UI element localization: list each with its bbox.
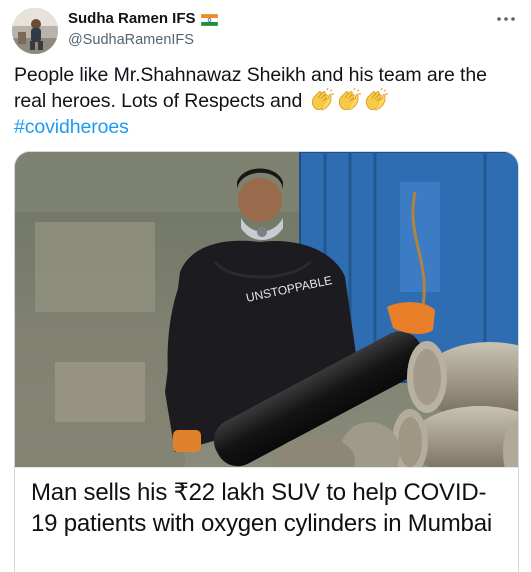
avatar-image [12, 8, 58, 54]
headline-panel[interactable]: Man sells his ₹22 lakh SUV to help COVID… [15, 467, 518, 572]
avatar[interactable] [12, 8, 58, 54]
tweet-header: Sudha Ramen IFS @SudhaRamenIFS [12, 8, 218, 54]
clapping-hands-icon [363, 87, 389, 112]
tweet: Sudha Ramen IFS @SudhaRamenIFS People li… [0, 0, 531, 572]
author-handle[interactable]: @SudhaRamenIFS [68, 31, 218, 49]
author-display-name[interactable]: Sudha Ramen IFS [68, 10, 196, 29]
india-flag-icon [200, 13, 218, 27]
media-card[interactable]: UNSTOPPABLE Man sells his ₹22 lakh SUV t… [14, 151, 519, 572]
author-names: Sudha Ramen IFS @SudhaRamenIFS [68, 10, 218, 49]
clapping-hands-icon [309, 87, 335, 112]
clapping-hands-icon [336, 87, 362, 112]
tweet-body: People like Mr.Shahnawaz Sheikh and his … [14, 64, 487, 112]
more-icon[interactable] [495, 12, 517, 26]
tweet-text: People like Mr.Shahnawaz Sheikh and his … [14, 62, 519, 140]
news-photo[interactable]: UNSTOPPABLE [15, 152, 519, 467]
news-headline[interactable]: Man sells his ₹22 lakh SUV to help COVID… [31, 477, 511, 539]
author-name-row[interactable]: Sudha Ramen IFS [68, 10, 218, 29]
hashtag-link[interactable]: #covidheroes [14, 116, 129, 138]
